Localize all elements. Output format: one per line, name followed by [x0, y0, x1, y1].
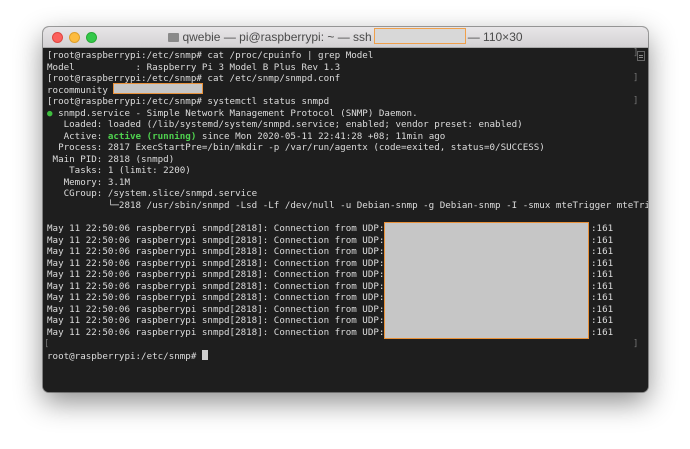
mark-bracket-icon: ]: [633, 73, 639, 83]
log-port: :161: [591, 292, 614, 303]
log-line: May 11 22:50:06 raspberrypi snmpd[2818]:…: [47, 281, 395, 293]
mark-bracket-icon: [: [44, 339, 50, 349]
log-prefix: May 11 22:50:06 raspberrypi snmpd[2818]:…: [47, 303, 396, 315]
terminal-line: ● snmpd.service - Simple Network Managem…: [47, 108, 418, 120]
terminal-line: Main PID: 2818 (snmpd): [47, 153, 175, 165]
shell-prompt: root@raspberrypi:/etc/snmp#: [47, 351, 202, 362]
log-port: :161: [591, 223, 614, 234]
terminal-line: Process: 2817 ExecStartPre=/bin/mkdir -p…: [47, 142, 545, 153]
log-prefix: May 11 22:50:06 raspberrypi snmpd[2818]:…: [47, 223, 396, 234]
redacted-host-box: [373, 28, 466, 44]
terminal-line: Memory: 3.1M: [47, 176, 130, 188]
mark-bracket-icon: ]: [633, 339, 639, 349]
window-title: qwebie — pi@raspberrypi: ~ — ssh — 110×30: [43, 27, 648, 47]
prompt-line: root@raspberrypi:/etc/snmp#: [47, 350, 208, 362]
log-port: :161: [591, 326, 614, 338]
log-line: May 11 22:50:06 raspberrypi snmpd[2818]:…: [47, 304, 395, 316]
log-prefix: May 11 22:50:06 raspberrypi snmpd[2818]:…: [47, 280, 396, 292]
log-port: :161: [591, 303, 614, 315]
log-port: :161: [591, 315, 614, 326]
log-prefix: May 11 22:50:06 raspberrypi snmpd[2818]:…: [47, 234, 396, 246]
title-bar: qwebie — pi@raspberrypi: ~ — ssh — 110×30: [43, 27, 648, 48]
terminal-output[interactable]: [root@raspberrypi:/etc/snmp# cat /proc/c…: [43, 48, 648, 392]
active-label: Active:: [47, 130, 108, 142]
active-since: since Mon 2020-05-11 22:41:28 +08; 11min…: [196, 130, 446, 142]
log-line: May 11 22:50:06 raspberrypi snmpd[2818]:…: [47, 315, 395, 327]
folder-icon: [168, 33, 180, 42]
log-line: May 11 22:50:06 raspberrypi snmpd[2818]:…: [47, 223, 395, 235]
window-title-prefix: qwebie — pi@raspberrypi: ~ — ssh: [182, 30, 372, 44]
log-prefix: May 11 22:50:06 raspberrypi snmpd[2818]:…: [47, 315, 396, 326]
terminal-line: Active: active (running) since Mon 2020-…: [47, 130, 446, 143]
log-prefix: May 11 22:50:06 raspberrypi snmpd[2818]:…: [47, 326, 396, 338]
terminal-line: rocommunity: [47, 84, 114, 96]
mark-bracket-icon: ]: [633, 96, 639, 106]
log-prefix: May 11 22:50:06 raspberrypi snmpd[2818]:…: [47, 246, 396, 257]
window-title-suffix: — 110×30: [467, 30, 523, 44]
text-cursor: [201, 350, 208, 360]
log-prefix: May 11 22:50:06 raspberrypi snmpd[2818]:…: [47, 257, 396, 269]
redacted-ip-box: [384, 222, 589, 339]
terminal-line: CGroup: /system.slice/snmpd.service: [47, 188, 258, 199]
terminal-window: qwebie — pi@raspberrypi: ~ — ssh — 110×30…: [43, 27, 648, 392]
terminal-line: Tasks: 1 (limit: 2200): [47, 165, 191, 176]
log-port: :161: [591, 280, 614, 292]
terminal-line: [root@raspberrypi:/etc/snmp# cat /proc/c…: [47, 50, 374, 61]
log-line: May 11 22:50:06 raspberrypi snmpd[2818]:…: [47, 292, 395, 304]
service-name: snmpd.service - Simple Network Managemen…: [52, 107, 418, 119]
terminal-line: └─2818 /usr/sbin/snmpd -Lsd -Lf /dev/nul…: [47, 199, 648, 211]
scrollbar-toggle-icon[interactable]: [637, 51, 645, 61]
log-port: :161: [591, 257, 614, 269]
terminal-line: Model : Raspberry Pi 3 Model B Plus Rev …: [47, 61, 341, 73]
log-prefix: May 11 22:50:06 raspberrypi snmpd[2818]:…: [47, 269, 396, 280]
terminal-line: [root@raspberrypi:/etc/snmp# systemctl s…: [47, 96, 330, 107]
log-line: May 11 22:50:06 raspberrypi snmpd[2818]:…: [47, 258, 395, 270]
log-line: May 11 22:50:06 raspberrypi snmpd[2818]:…: [47, 235, 395, 247]
log-port: :161: [591, 246, 614, 257]
redacted-community-box: [113, 83, 203, 94]
log-line: May 11 22:50:06 raspberrypi snmpd[2818]:…: [47, 246, 395, 258]
log-line: May 11 22:50:06 raspberrypi snmpd[2818]:…: [47, 327, 395, 339]
log-line: May 11 22:50:06 raspberrypi snmpd[2818]:…: [47, 269, 395, 281]
log-port: :161: [591, 269, 614, 280]
log-port: :161: [591, 234, 614, 246]
log-prefix: May 11 22:50:06 raspberrypi snmpd[2818]:…: [47, 292, 396, 303]
active-status: active (running): [107, 130, 197, 142]
terminal-line: Loaded: loaded (/lib/systemd/system/snmp…: [47, 119, 523, 130]
